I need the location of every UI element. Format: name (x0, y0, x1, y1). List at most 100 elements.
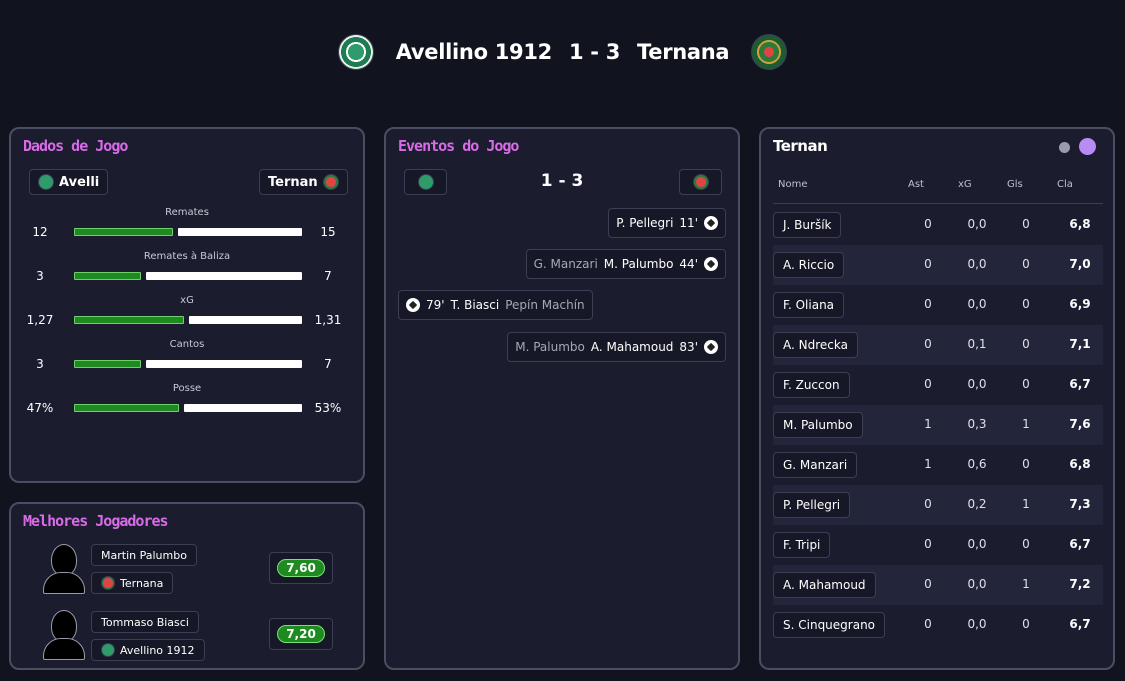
events-panel: Eventos do Jogo 1 - 3 P. Pellegri 11' G.… (384, 127, 740, 670)
player-name[interactable]: G. Manzari (773, 452, 858, 478)
table-row[interactable]: A. Mahamoud 0 0,0 1 7,2 (773, 565, 1103, 605)
ternana-crest-icon[interactable] (751, 34, 788, 70)
stat-label: Posse (172, 383, 202, 394)
away-team-chip[interactable]: Ternan (259, 169, 348, 195)
event-player: M. Palumbo (603, 257, 674, 271)
player-rating: 6,9 (1069, 297, 1091, 311)
player-name[interactable]: M. Palumbo (773, 412, 863, 438)
table-row[interactable]: A. Ndrecka 0 0,1 0 7,1 (773, 325, 1103, 365)
stat-bar-home (74, 228, 173, 236)
event-minute: 44' (679, 257, 698, 271)
home-team-name[interactable]: Avellino 1912 (396, 40, 553, 64)
player-rating: 6,7 (1069, 617, 1091, 631)
best-player-name-label: Martin Palumbo (101, 548, 187, 562)
event-goal[interactable]: M. Palumbo A. Mahamoud 83' (507, 332, 726, 362)
match-stats-panel: Dados de Jogo Avelli Ternan Remates 12 15 R… (9, 127, 365, 483)
stat-away-value: 15 (320, 225, 336, 239)
table-row[interactable]: A. Riccio 0 0,0 0 7,0 (773, 245, 1103, 285)
event-goal[interactable]: P. Pellegri 11' (608, 208, 726, 238)
home-team-chip[interactable]: Avelli (29, 169, 109, 195)
player-name[interactable]: F. Tripi (773, 532, 831, 558)
avellino-crest-icon (38, 174, 54, 190)
player-goals: 0 (1022, 377, 1030, 391)
player-name[interactable]: S. Cinquegrano (773, 612, 886, 638)
home-team-chip-label: Avelli (59, 174, 100, 190)
player-assists: 0 (924, 497, 932, 511)
player-name[interactable]: A. Riccio (773, 252, 845, 278)
player-assists: 0 (924, 577, 932, 591)
event-player: A. Mahamoud (590, 340, 674, 354)
table-row[interactable]: F. Tripi 0 0,0 0 6,7 (773, 525, 1103, 565)
player-name[interactable]: F. Oliana (773, 292, 845, 318)
player-silhouette-icon (41, 544, 87, 594)
player-rating: 7,0 (1069, 257, 1091, 271)
best-player-name[interactable]: Martin Palumbo (91, 544, 197, 566)
player-xg: 0,0 (967, 257, 987, 271)
event-player: P. Pellegri (616, 216, 674, 230)
stat-label: Remates à Baliza (143, 251, 231, 262)
toggle-dot-inactive[interactable] (1059, 142, 1070, 153)
stat-label: Cantos (169, 339, 205, 350)
stat-away-value: 1,31 (314, 313, 342, 327)
player-xg: 0,0 (967, 617, 987, 631)
stat-home-value: 12 (32, 225, 48, 239)
player-rating: 6,8 (1069, 457, 1091, 471)
avellino-crest-icon[interactable] (337, 34, 374, 70)
lineup-panel: Ternan Nome Ast xG Gls Cla J. Buršík 0 0,0… (759, 127, 1115, 670)
player-name[interactable]: A. Mahamoud (773, 572, 876, 598)
best-player-rating[interactable]: 7,60 (269, 552, 333, 584)
away-team-name[interactable]: Ternana (637, 40, 730, 64)
table-row[interactable]: F. Zuccon 0 0,0 0 6,7 (773, 365, 1103, 405)
table-row[interactable]: S. Cinquegrano 0 0,0 0 6,7 (773, 605, 1103, 645)
best-player-rating[interactable]: 7,20 (269, 618, 333, 650)
best-player-team[interactable]: Ternana (91, 572, 174, 594)
player-rating: 7,2 (1069, 577, 1091, 591)
best-player-name[interactable]: Tommaso Biasci (91, 611, 199, 633)
table-row[interactable]: M. Palumbo 1 0,3 1 7,6 (773, 405, 1103, 445)
player-goals: 1 (1022, 497, 1030, 511)
away-team-chip[interactable] (679, 169, 722, 195)
stat-away-value: 7 (324, 269, 332, 283)
soccer-ball-icon (406, 298, 420, 312)
ternana-crest-icon (322, 174, 339, 190)
player-rating: 6,8 (1069, 217, 1091, 231)
player-assists: 0 (924, 297, 932, 311)
stat-row: 12 15 (11, 225, 363, 239)
stat-label: xG (180, 295, 194, 306)
stat-bar-home (74, 404, 179, 412)
event-goal[interactable]: 79' T. Biasci Pepín Machín (398, 290, 593, 320)
table-row[interactable]: J. Buršík 0 0,0 0 6,8 (773, 205, 1103, 245)
table-row[interactable]: F. Oliana 0 0,0 0 6,9 (773, 285, 1103, 325)
player-name[interactable]: P. Pellegri (773, 492, 851, 518)
player-name[interactable]: F. Zuccon (773, 372, 850, 398)
column-header-cla[interactable]: Cla (1057, 179, 1073, 190)
player-xg: 0,0 (967, 377, 987, 391)
column-header-gls[interactable]: Gls (1007, 179, 1023, 190)
player-assists: 0 (924, 217, 932, 231)
player-goals: 0 (1022, 297, 1030, 311)
player-goals: 0 (1022, 457, 1030, 471)
soccer-ball-icon (704, 216, 718, 230)
player-xg: 0,0 (967, 297, 987, 311)
player-name[interactable]: J. Buršík (773, 212, 842, 238)
player-xg: 0,6 (967, 457, 987, 471)
player-xg: 0,0 (967, 537, 987, 551)
soccer-ball-icon (704, 257, 718, 271)
player-assists: 0 (924, 337, 932, 351)
column-header-ast[interactable]: Ast (908, 179, 924, 190)
table-row[interactable]: P. Pellegri 0 0,2 1 7,3 (773, 485, 1103, 525)
stat-bar-away (189, 316, 302, 324)
column-header-xg[interactable]: xG (958, 179, 972, 190)
player-assists: 0 (924, 617, 932, 631)
stat-home-value: 3 (36, 357, 44, 371)
toggle-dot-active[interactable] (1079, 138, 1096, 155)
player-goals: 0 (1022, 337, 1030, 351)
player-name[interactable]: A. Ndrecka (773, 332, 858, 358)
stat-row: 1,27 1,31 (11, 313, 363, 327)
best-player-team-label: Avellino 1912 (120, 643, 195, 657)
best-player-team[interactable]: Avellino 1912 (91, 639, 205, 661)
player-rating: 6,7 (1069, 377, 1091, 391)
event-goal[interactable]: G. Manzari M. Palumbo 44' (525, 249, 726, 279)
table-row[interactable]: G. Manzari 1 0,6 0 6,8 (773, 445, 1103, 485)
column-header-name[interactable]: Nome (778, 179, 808, 190)
